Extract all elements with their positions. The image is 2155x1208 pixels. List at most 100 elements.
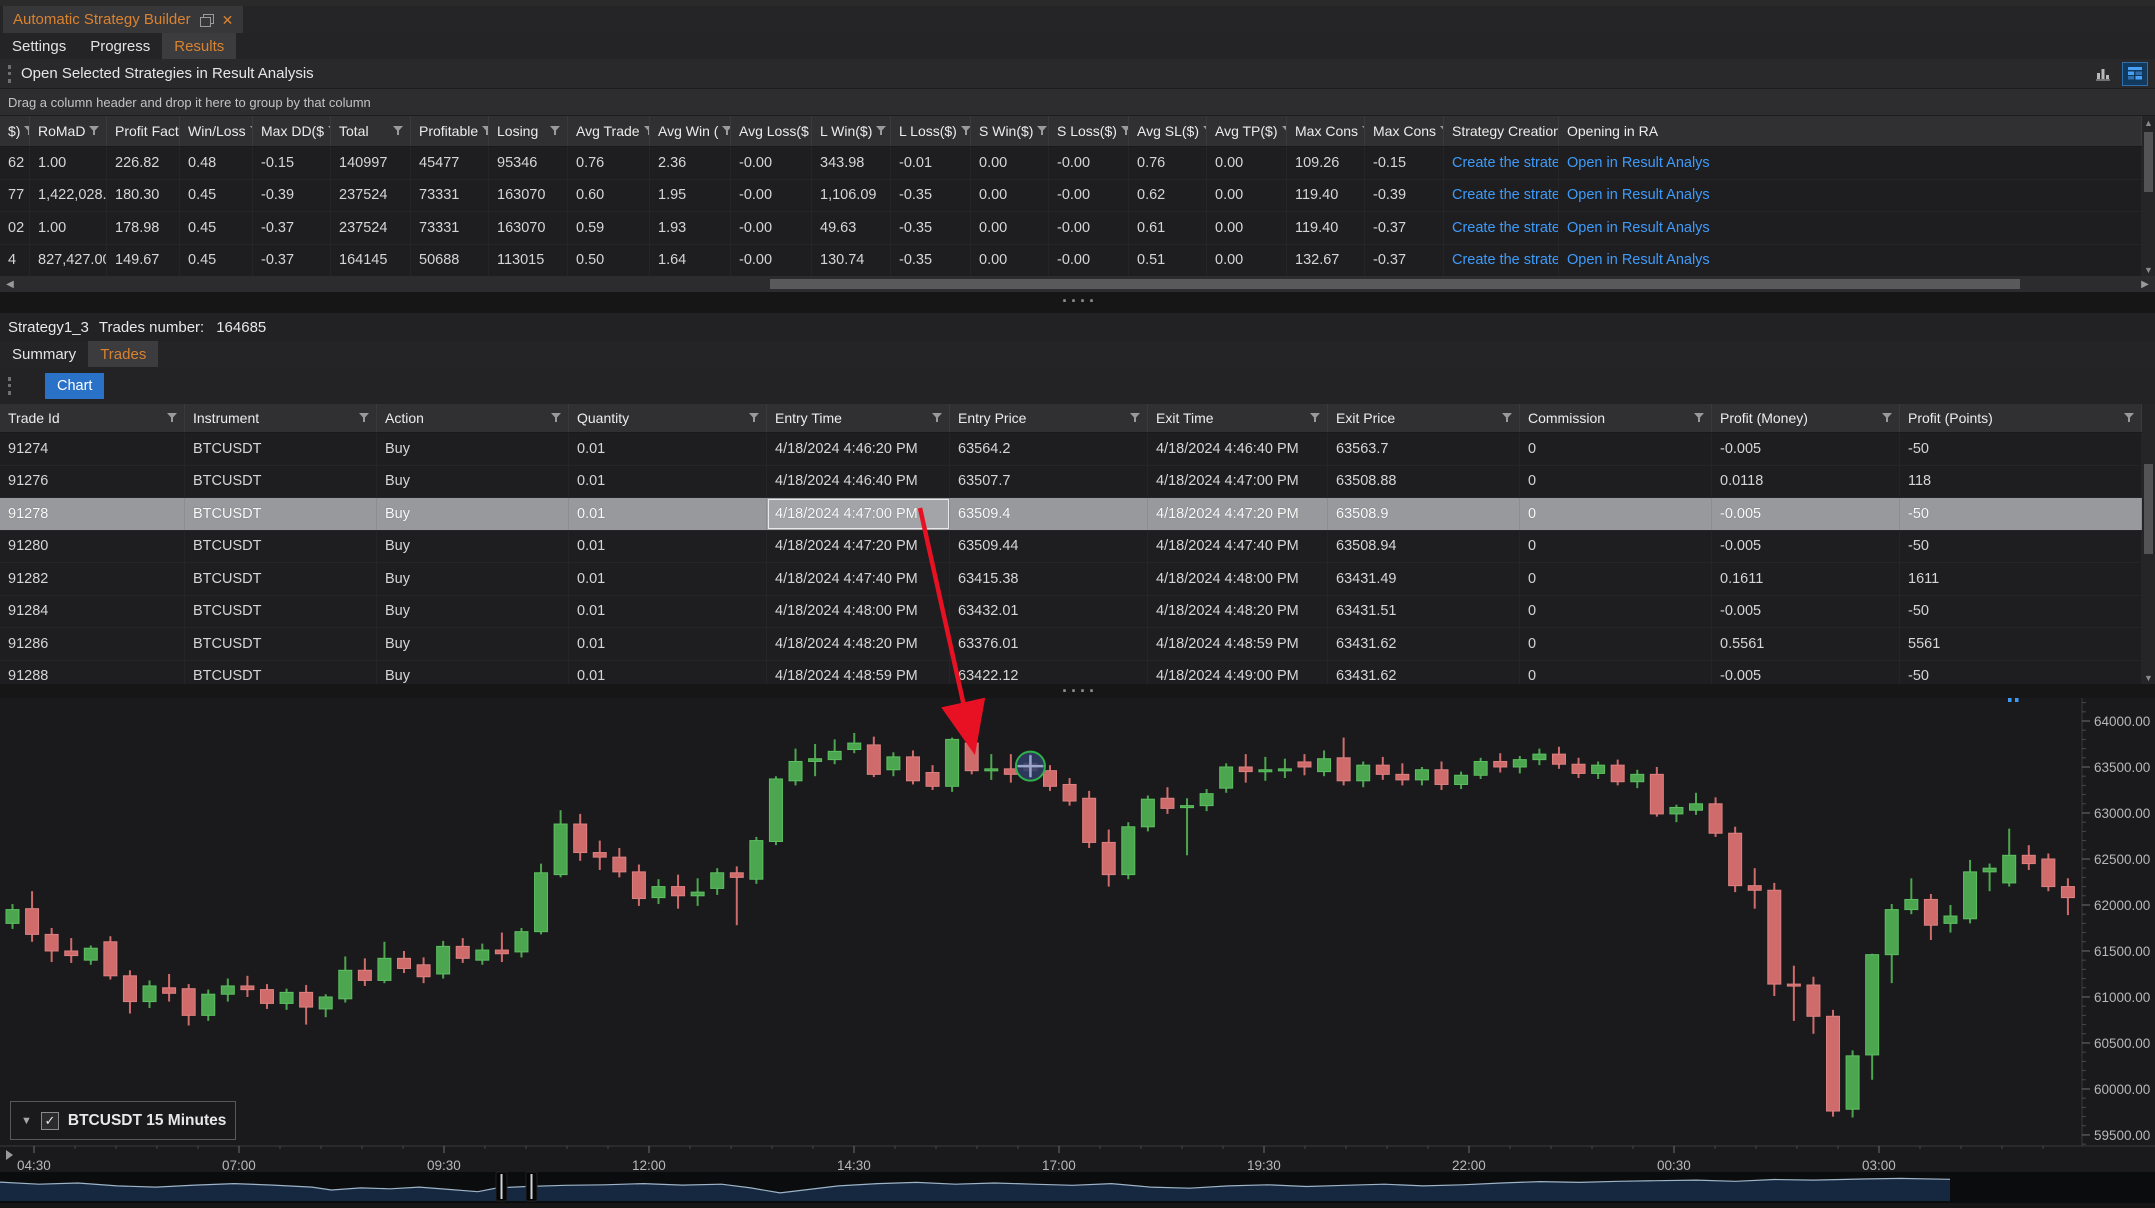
splitter-handle[interactable]: ···· <box>1062 686 1098 696</box>
scroll-down-icon[interactable]: ▼ <box>2142 263 2155 276</box>
column-header[interactable]: Opening in RA <box>1559 116 2142 146</box>
column-chart-icon[interactable] <box>2091 63 2115 85</box>
chevron-down-icon[interactable]: ▼ <box>21 1115 32 1127</box>
toolbar-grip[interactable] <box>8 65 11 83</box>
strategy-row[interactable]: 771,422,028.00180.300.45-0.3923752473331… <box>0 180 2142 213</box>
cell-link[interactable]: Create the strategy <box>1444 147 1559 179</box>
trade-entry-marker[interactable] <box>1016 752 1045 781</box>
column-header[interactable]: Losing <box>489 116 568 146</box>
filter-icon[interactable] <box>722 126 731 136</box>
column-header[interactable]: Trade Id <box>0 404 185 432</box>
trade-row[interactable]: 91276BTCUSDTBuy0.014/18/2024 4:46:40 PM6… <box>0 466 2142 499</box>
scroll-up-icon[interactable]: ▲ <box>2142 116 2155 129</box>
grid-view-icon[interactable] <box>2123 63 2147 85</box>
column-header[interactable]: Strategy Creation <box>1444 116 1559 146</box>
scroll-thumb[interactable] <box>2144 464 2153 554</box>
scroll-thumb[interactable] <box>2144 132 2153 192</box>
tab-trades[interactable]: Trades <box>88 341 158 367</box>
filter-icon[interactable] <box>1310 413 1321 423</box>
filter-icon[interactable] <box>961 126 971 136</box>
trades-vertical-scrollbar[interactable]: ▼ <box>2142 404 2155 684</box>
filter-icon[interactable] <box>876 126 887 136</box>
toolbar-grip[interactable] <box>8 377 11 395</box>
group-by-drop-zone[interactable]: Drag a column header and drop it here to… <box>0 89 2155 116</box>
scroll-thumb[interactable] <box>770 279 2020 289</box>
column-header[interactable]: Avg Loss($ <box>731 116 812 146</box>
filter-icon[interactable] <box>359 413 370 423</box>
scroll-left-icon[interactable]: ◀ <box>2 277 18 291</box>
filter-icon[interactable] <box>1502 413 1513 423</box>
cell-link[interactable]: Create the strategy <box>1444 212 1559 244</box>
strategy-row[interactable]: 4827,427.00149.670.45-0.3716414550688113… <box>0 245 2142 277</box>
column-header[interactable]: L Win($) <box>812 116 891 146</box>
filter-icon[interactable] <box>2124 413 2135 423</box>
column-header[interactable]: Instrument <box>185 404 377 432</box>
column-header[interactable]: Profit (Money) <box>1712 404 1900 432</box>
navigator-range-handle[interactable] <box>526 1172 537 1201</box>
chart-legend[interactable]: ▼ ✓ BTCUSDT 15 Minutes <box>10 1101 236 1140</box>
column-header[interactable]: L Loss($) <box>891 116 971 146</box>
column-header[interactable]: Win/Loss <box>180 116 253 146</box>
document-tab-automatic-strategy-builder[interactable]: Automatic Strategy Builder ✕ <box>3 6 243 33</box>
filter-icon[interactable] <box>89 126 100 136</box>
float-window-icon[interactable] <box>200 14 213 26</box>
trade-row[interactable]: 91280BTCUSDTBuy0.014/18/2024 4:47:20 PM6… <box>0 531 2142 564</box>
column-header[interactable]: Profitable <box>411 116 489 146</box>
filter-icon[interactable] <box>551 413 562 423</box>
column-header[interactable]: S Win($) <box>971 116 1049 146</box>
column-header[interactable]: Entry Price <box>950 404 1148 432</box>
trade-row[interactable]: 91274BTCUSDTBuy0.014/18/2024 4:46:20 PM6… <box>0 433 2142 466</box>
column-header[interactable]: Avg TP($) <box>1207 116 1287 146</box>
filter-icon[interactable] <box>749 413 760 423</box>
column-header[interactable]: Action <box>377 404 569 432</box>
trade-row[interactable]: 91284BTCUSDTBuy0.014/18/2024 4:48:00 PM6… <box>0 596 2142 629</box>
trade-row[interactable]: 91282BTCUSDTBuy0.014/18/2024 4:47:40 PM6… <box>0 563 2142 596</box>
open-selected-strategies-button[interactable]: Open Selected Strategies in Result Analy… <box>21 65 314 82</box>
column-header[interactable]: Avg Win ( <box>650 116 731 146</box>
column-header[interactable]: Entry Time <box>767 404 950 432</box>
filter-icon[interactable] <box>393 126 404 136</box>
strategies-horizontal-scrollbar[interactable]: ◀ ▶ <box>0 276 2155 292</box>
filter-icon[interactable] <box>167 413 178 423</box>
cell-link[interactable]: Open in Result Analys <box>1559 245 2142 277</box>
candlestick-chart[interactable]: 64000.0063500.0063000.0062500.0062000.00… <box>0 698 2155 1203</box>
tab-progress[interactable]: Progress <box>78 33 162 59</box>
cell-link[interactable]: Open in Result Analys <box>1559 212 2142 244</box>
column-header[interactable]: Max Cons <box>1365 116 1444 146</box>
filter-icon[interactable] <box>1130 413 1141 423</box>
column-header[interactable]: Max DD($ <box>253 116 331 146</box>
tab-settings[interactable]: Settings <box>0 33 78 59</box>
strategy-row[interactable]: 621.00226.820.48-0.1514099745477953460.7… <box>0 147 2142 180</box>
filter-icon[interactable] <box>1121 126 1129 136</box>
navigator-range-handle[interactable] <box>496 1172 507 1201</box>
filter-icon[interactable] <box>932 413 943 423</box>
trade-row[interactable]: 91286BTCUSDTBuy0.014/18/2024 4:48:20 PM6… <box>0 628 2142 661</box>
scroll-right-icon[interactable]: ▶ <box>2137 277 2153 291</box>
column-header[interactable]: Profit (Points) <box>1900 404 2142 432</box>
filter-icon[interactable] <box>1037 126 1048 136</box>
column-header[interactable]: Total <box>331 116 411 146</box>
column-header[interactable]: Max Cons <box>1287 116 1365 146</box>
filter-icon[interactable] <box>1882 413 1893 423</box>
filter-icon[interactable] <box>1694 413 1705 423</box>
trade-row[interactable]: 91278BTCUSDTBuy0.014/18/2024 4:47:00 PM6… <box>0 498 2142 531</box>
column-header[interactable]: Profit Fact <box>107 116 180 146</box>
splitter-handle[interactable]: ···· <box>1062 296 1098 306</box>
column-header[interactable]: Exit Time <box>1148 404 1328 432</box>
strategy-row[interactable]: 021.00178.980.45-0.37237524733311630700.… <box>0 212 2142 245</box>
cell-link[interactable]: Create the strategy <box>1444 245 1559 277</box>
column-header[interactable]: Avg SL($) <box>1129 116 1207 146</box>
tab-results[interactable]: Results <box>162 33 236 59</box>
cell-link[interactable]: Open in Result Analys <box>1559 180 2142 212</box>
chart-button[interactable]: Chart <box>45 373 104 399</box>
series-visibility-checkbox[interactable]: ✓ <box>41 1112 59 1130</box>
filter-icon[interactable] <box>482 126 489 136</box>
column-header[interactable]: Avg Trade <box>568 116 650 146</box>
column-header[interactable]: S Loss($) <box>1049 116 1129 146</box>
column-header[interactable]: RoMaD <box>30 116 107 146</box>
tab-summary[interactable]: Summary <box>0 341 88 367</box>
column-header[interactable]: $) <box>0 116 30 146</box>
scroll-down-icon[interactable]: ▼ <box>2142 671 2155 684</box>
column-header[interactable]: Quantity <box>569 404 767 432</box>
column-header[interactable]: Exit Price <box>1328 404 1520 432</box>
